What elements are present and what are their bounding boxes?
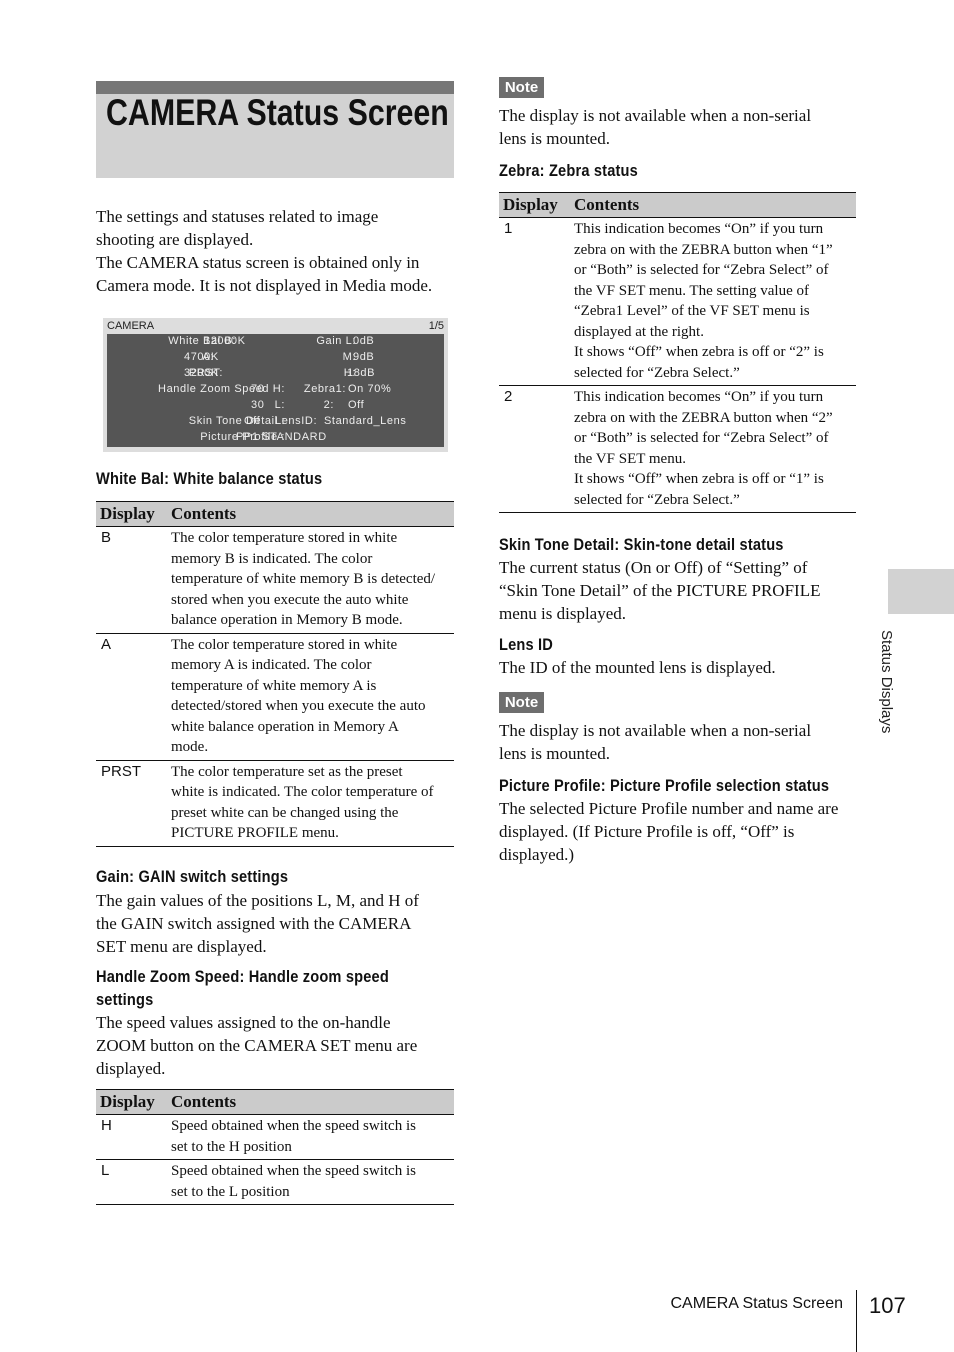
screen-value: 12000K <box>204 335 246 347</box>
screen-value: 18dB <box>347 367 376 379</box>
screen-label: L: <box>274 399 285 411</box>
screen-value: 9dB <box>353 351 375 363</box>
table-row: A The color temperature stored in white m… <box>96 633 454 761</box>
display-cell: B <box>96 526 167 634</box>
gain-heading: Gain: GAIN switch settings <box>96 867 289 886</box>
page-number: 107 <box>869 1293 906 1318</box>
col-contents: Contents <box>570 192 856 218</box>
col-contents: Contents <box>167 501 454 527</box>
screen-value: 4700K <box>184 351 219 363</box>
profile-heading: Picture Profile: Picture Profile selecti… <box>499 776 830 795</box>
table-row: L Speed obtained when the speed switch is… <box>96 1159 454 1205</box>
display-cell: 1 <box>499 217 570 386</box>
handle-zoom-heading: Handle Zoom Speed: Handle zoom speed set… <box>96 967 389 1009</box>
note-badge: Note <box>499 77 544 98</box>
side-tab <box>888 569 954 614</box>
display-cell: L <box>96 1159 167 1205</box>
page-title: CAMERA Status Screen <box>106 92 449 133</box>
note-text: The display is not available when a non-… <box>499 106 812 148</box>
lens-text: The ID of the mounted lens is displayed. <box>499 658 776 677</box>
contents-cell: The color temperature stored in white me… <box>167 633 454 761</box>
footer-divider <box>856 1290 857 1352</box>
screen-page: 1/5 <box>428 320 444 332</box>
handle-zoom-table: Display Contents H Speed obtained when the… <box>96 1089 454 1205</box>
lens-heading: Lens ID <box>499 635 554 654</box>
contents-cell: Speed obtained when the speed switch is … <box>167 1114 454 1160</box>
skin-heading: Skin Tone Detail: Skin-tone detail statu… <box>499 535 784 554</box>
contents-cell: Speed obtained when the speed switch is … <box>167 1159 454 1205</box>
screen-label: Handle Zoom Speed H: <box>158 383 285 395</box>
col-contents: Contents <box>167 1089 454 1115</box>
camera-status-screen: CAMERA 1/5 White Bal B: 12000K Gain L: 0d… <box>103 318 448 452</box>
screen-value: 3200K <box>184 367 219 379</box>
screen-value: Standard_Lens <box>324 415 407 427</box>
display-cell: 2 <box>499 385 570 513</box>
contents-cell: This indication becomes “On” if you turn… <box>570 217 856 386</box>
screen-value: On 70% <box>348 383 392 395</box>
screen-label: Gain L: <box>316 335 356 347</box>
display-cell: A <box>96 633 167 761</box>
screen-value: Off <box>348 399 365 411</box>
footer-section: CAMERA Status Screen <box>670 1295 843 1312</box>
screen-value: 70 <box>251 383 265 395</box>
contents-cell: The color temperature stored in white me… <box>167 526 454 634</box>
screen-label: Zebra1: <box>303 383 346 395</box>
white-bal-heading: White Bal: White balance status <box>96 469 323 488</box>
profile-text: The selected Picture Profile number and … <box>499 799 839 864</box>
zebra-table: Display Contents 1 This indication becomes… <box>499 192 856 513</box>
contents-cell: This indication becomes “On” if you turn… <box>570 385 856 513</box>
table-row: 1 This indication becomes “On” if you tur… <box>499 217 856 386</box>
screen-label: Skin Tone Detail : <box>188 415 285 427</box>
intro-text: The settings and statuses related to ima… <box>96 207 433 295</box>
note-badge: Note <box>499 692 544 713</box>
table-row: H Speed obtained when the speed switch is… <box>96 1114 454 1160</box>
screen-header: CAMERA <box>107 320 155 332</box>
screen-value: 0dB <box>353 335 375 347</box>
table-row: 2 This indication becomes “On” if you tur… <box>499 385 856 513</box>
screen-value: PP1 STANDARD <box>236 431 327 443</box>
screen-body: White Bal B: 12000K Gain L: 0dB A: 4700K … <box>107 334 444 447</box>
gain-text: The gain values of the positions L, M, a… <box>96 891 419 956</box>
table-row: B The color temperature stored in white m… <box>96 526 454 634</box>
display-cell: H <box>96 1114 167 1160</box>
side-tab-label: Status Displays <box>878 630 895 734</box>
zebra-heading: Zebra: Zebra status <box>499 161 638 180</box>
screen-value: Off <box>244 415 261 427</box>
skin-text: The current status (On or Off) of “Setti… <box>499 558 821 623</box>
screen-value: 30 <box>251 399 265 411</box>
handle-zoom-text: The speed values assigned to the on-hand… <box>96 1013 418 1078</box>
col-display: Display <box>96 501 167 527</box>
contents-cell: The color temperature set as the preset … <box>167 760 454 847</box>
white-bal-table: Display Contents B The color temperature s… <box>96 501 454 847</box>
col-display: Display <box>499 192 570 218</box>
display-cell: PRST <box>96 760 167 847</box>
note-text: The display is not available when a non-… <box>499 721 812 763</box>
screen-label: LensID: <box>275 415 318 427</box>
col-display: Display <box>96 1089 167 1115</box>
table-row: PRST The color temperature set as the pre… <box>96 760 454 847</box>
screen-label: 2: <box>323 399 334 411</box>
